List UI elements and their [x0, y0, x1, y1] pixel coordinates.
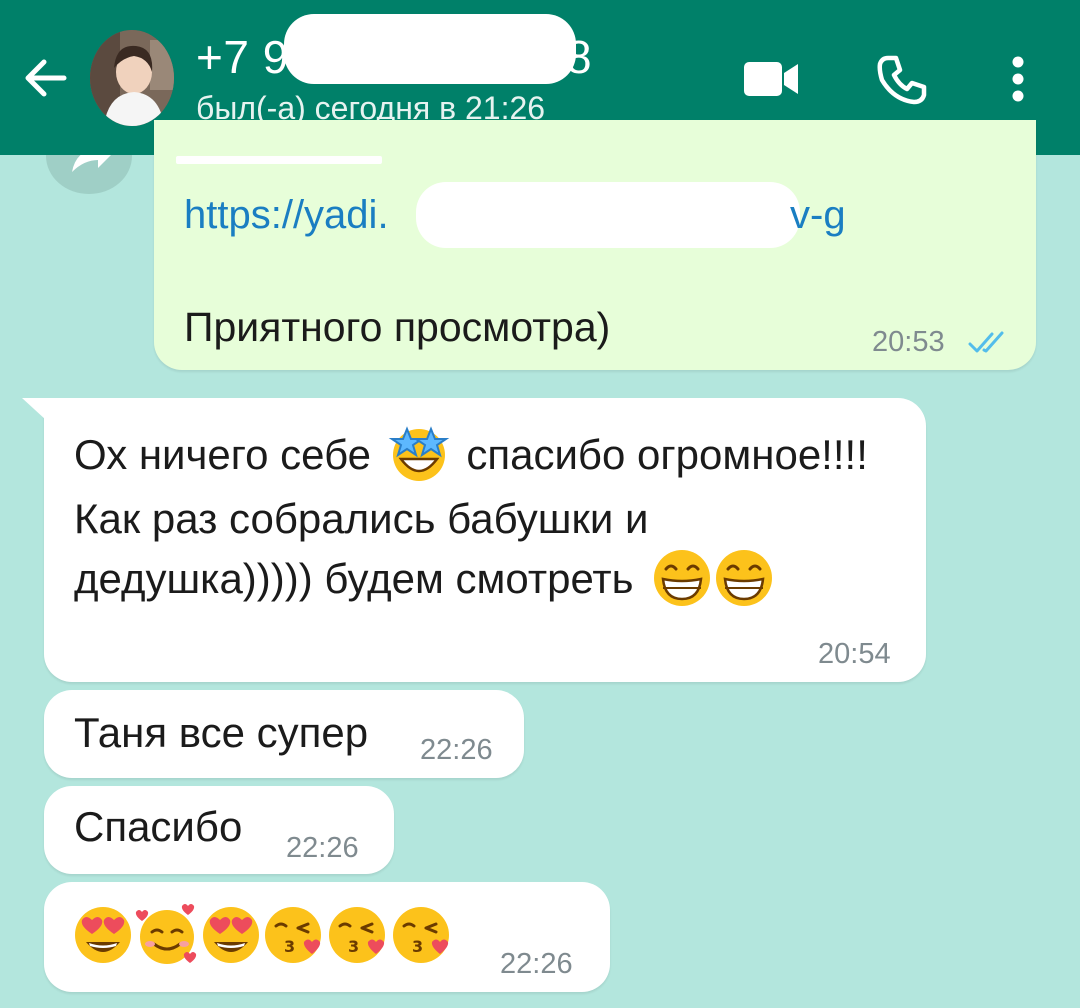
message-text: Приятного просмотра): [184, 304, 611, 350]
kissing-heart-emoji-icon: 3: [393, 907, 449, 963]
message-bubble-incoming[interactable]: Ох ничего себе спасибо огромное!!!! Как …: [22, 398, 926, 682]
redacted-phone: [284, 14, 576, 84]
bubble-tail: [22, 398, 46, 420]
svg-text:3: 3: [284, 937, 295, 956]
message-bubble-incoming[interactable]: 3 3 3 22:26: [44, 882, 610, 992]
emoji-row: 3 3 3: [72, 902, 454, 968]
heart-eyes-emoji-icon: [75, 907, 131, 963]
svg-text:3: 3: [412, 937, 423, 956]
message-bubble-incoming[interactable]: Таня все супер 22:26: [44, 690, 524, 778]
star-struck-emoji-icon: [388, 426, 449, 481]
message-time: 20:54: [818, 638, 891, 670]
contact-avatar[interactable]: [90, 30, 174, 126]
heart-eyes-emoji-icon: [203, 907, 259, 963]
kissing-heart-emoji-icon: 3: [329, 907, 385, 963]
message-time: 22:26: [500, 948, 573, 980]
grinning-emoji-icon: [654, 549, 711, 606]
redacted-link: [416, 182, 800, 248]
message-time: 20:53: [872, 326, 945, 358]
phone-icon[interactable]: [874, 52, 930, 108]
message-text-line-2: Как раз собрались бабушки и: [74, 495, 649, 542]
video-call-icon[interactable]: [742, 58, 802, 100]
message-time: 22:26: [420, 734, 493, 766]
contact-name-tail: 8: [566, 31, 593, 83]
message-text: Спасибо: [74, 803, 243, 850]
message-link-tail[interactable]: v-g: [790, 184, 846, 246]
svg-text:3: 3: [348, 937, 359, 956]
message-bubble-incoming[interactable]: Спасибо 22:26: [44, 786, 394, 874]
grinning-emoji-icon: [716, 549, 773, 606]
read-ticks-icon: [968, 331, 1004, 353]
message-text-line-3: дедушка))))) будем смотреть: [74, 548, 775, 610]
more-vert-icon[interactable]: [1006, 54, 1030, 104]
message-time: 22:26: [286, 832, 359, 864]
smiling-face-with-hearts-emoji-icon: [135, 904, 197, 964]
media-preview-edge: [176, 156, 382, 164]
message-bubble-outgoing[interactable]: https://yadi. v-g Приятного просмотра) 2…: [154, 120, 1036, 370]
message-text-line-1: Ох ничего себе спасибо огромное!!!!: [74, 424, 868, 486]
message-text: Таня все супер: [74, 709, 369, 756]
kissing-heart-emoji-icon: 3: [265, 907, 321, 963]
back-arrow-icon[interactable]: [18, 50, 74, 106]
message-link[interactable]: https://yadi.: [184, 184, 389, 246]
contact-name[interactable]: +7 9: [196, 30, 289, 84]
